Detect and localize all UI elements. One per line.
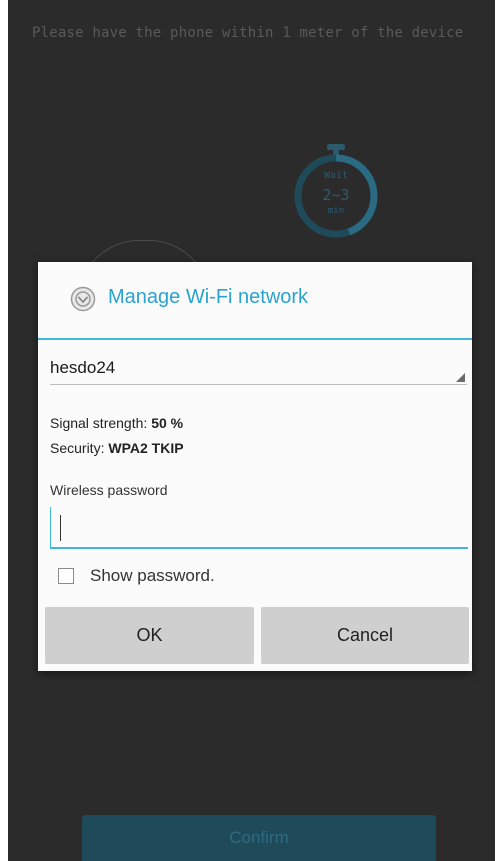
manage-wifi-dialog: Manage Wi-Fi network hesdo24 Signal stre…: [38, 262, 472, 671]
ok-button[interactable]: OK: [45, 607, 254, 664]
show-password-checkbox[interactable]: [58, 568, 74, 584]
dialog-title: Manage Wi-Fi network: [108, 286, 309, 308]
signal-strength-value: 50 %: [151, 415, 184, 431]
security-row: Security: WPA2 TKIP: [50, 440, 184, 456]
hint-text: Please have the phone within 1 meter of …: [32, 25, 464, 41]
confirm-button[interactable]: Confirm: [82, 815, 436, 861]
wait-timer: Wait 2~3 min: [293, 142, 383, 238]
security-value: WPA2 TKIP: [108, 440, 184, 456]
timer-wait-label: Wait: [323, 170, 349, 181]
dropdown-arrow-icon: [456, 373, 465, 382]
security-label: Security:: [50, 440, 105, 456]
dialog-header: Manage Wi-Fi network: [38, 262, 472, 340]
ssid-dropdown[interactable]: hesdo24: [50, 352, 467, 385]
text-cursor: [60, 515, 61, 541]
password-label: Wireless password: [50, 482, 168, 498]
timer-unit: min: [327, 206, 345, 216]
cancel-button[interactable]: Cancel: [261, 607, 469, 664]
password-input[interactable]: [50, 507, 468, 549]
ssid-selected-value: hesdo24: [50, 358, 116, 377]
signal-strength-label: Signal strength:: [50, 415, 148, 431]
signal-strength-row: Signal strength: 50 %: [50, 415, 183, 431]
timer-range: 2~3: [322, 186, 350, 204]
wifi-settings-icon: [70, 286, 96, 312]
show-password-label: Show password.: [90, 566, 215, 585]
